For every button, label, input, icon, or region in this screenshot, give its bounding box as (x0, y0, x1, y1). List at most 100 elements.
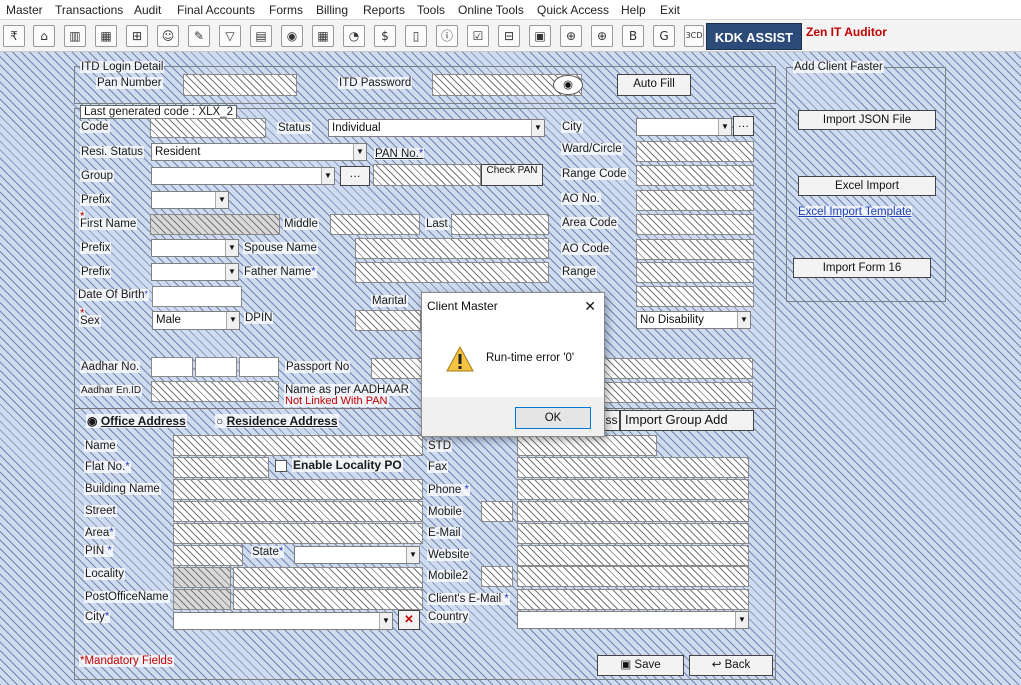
mobile2-code-input[interactable] (481, 566, 513, 587)
pan-number-input[interactable] (183, 74, 297, 96)
ao-code-input[interactable] (636, 239, 754, 260)
city-more-button[interactable]: … (733, 116, 754, 136)
addr-name-input[interactable] (173, 435, 423, 456)
prefix-select-1[interactable]: ▼ (151, 191, 229, 209)
building-name-input[interactable] (173, 479, 423, 500)
enable-locality-checkbox[interactable] (275, 460, 287, 472)
menu-reports[interactable]: Reports (363, 3, 405, 17)
website-input[interactable] (517, 545, 749, 566)
add-icon[interactable]: ⊕ (560, 25, 582, 47)
locality-input[interactable] (173, 567, 231, 588)
ok-button[interactable]: OK (515, 407, 591, 429)
passport-side-input[interactable] (603, 358, 753, 379)
street-input[interactable] (173, 501, 423, 522)
checklist-icon[interactable]: ☑ (467, 25, 489, 47)
prefix-select-3[interactable]: ▼ (151, 263, 239, 281)
city-select[interactable]: ▼ (636, 118, 732, 136)
office-address-radio[interactable]: ◉ Office Address (86, 414, 187, 428)
menu-master[interactable]: Master (6, 3, 43, 17)
refresh-icon[interactable]: ◉ (281, 25, 303, 47)
postoffice-input[interactable] (173, 589, 231, 610)
phone-input[interactable] (517, 479, 749, 500)
dob-input[interactable] (152, 286, 242, 307)
calculator-icon[interactable]: ▦ (95, 25, 117, 47)
import-group-address-button[interactable]: Import Group Add (620, 410, 754, 431)
gift-icon[interactable]: ⊞ (126, 25, 148, 47)
3cd-icon[interactable]: 3CD (684, 25, 704, 47)
pan-no-input[interactable] (373, 164, 481, 186)
mobile2-input[interactable] (517, 566, 749, 587)
area-code-input[interactable] (636, 214, 754, 235)
locality-detail-input[interactable] (233, 567, 423, 588)
flat-no-input[interactable] (173, 457, 269, 478)
menu-exit[interactable]: Exit (660, 3, 680, 17)
sex-select[interactable]: Male ▼ (152, 311, 240, 330)
pin-icon[interactable]: ✎ (188, 25, 210, 47)
pin-input[interactable] (173, 545, 243, 566)
email-input[interactable] (517, 523, 749, 544)
range-code-input[interactable] (636, 165, 754, 186)
aadhar-part1-input[interactable] (151, 357, 193, 377)
menu-final-accounts[interactable]: Final Accounts (177, 3, 255, 17)
std-input[interactable] (517, 435, 657, 456)
menu-transactions[interactable]: Transactions (55, 3, 123, 17)
status-select[interactable]: Individual ▼ (328, 119, 545, 137)
spouse-name-input[interactable] (355, 238, 549, 259)
eye-icon[interactable]: ◉ (553, 75, 583, 95)
excel-template-link[interactable]: Excel Import Template (798, 206, 912, 218)
pay-icon[interactable]: $ (374, 25, 396, 47)
group-select[interactable]: ▼ (151, 167, 335, 185)
marital-side-input[interactable] (636, 286, 754, 307)
address-partial-button[interactable]: ss (603, 410, 620, 431)
menu-audit[interactable]: Audit (134, 3, 161, 17)
area-input[interactable] (173, 523, 423, 544)
menu-help[interactable]: Help (621, 3, 646, 17)
mobile-code-input[interactable] (481, 501, 513, 522)
country-select[interactable]: ▼ (517, 611, 749, 629)
dpin-input[interactable] (355, 310, 421, 331)
resi-status-select[interactable]: Resident ▼ (151, 143, 367, 161)
import-json-button[interactable]: Import JSON File (798, 110, 936, 130)
range-input[interactable] (636, 262, 754, 283)
bs-icon[interactable]: B (622, 25, 644, 47)
zen-it-auditor-label[interactable]: Zen IT Auditor (806, 25, 887, 39)
passport-input[interactable] (371, 358, 425, 379)
first-name-input[interactable] (150, 214, 280, 235)
users-icon[interactable]: ☺ (157, 25, 179, 47)
import-form16-button[interactable]: Import Form 16 (793, 258, 931, 278)
add2-icon[interactable]: ⊕ (591, 25, 613, 47)
chart-icon[interactable]: ▥ (64, 25, 86, 47)
book-icon[interactable]: ▯ (405, 25, 427, 47)
menu-billing[interactable]: Billing (316, 3, 348, 17)
check-pan-button[interactable]: Check PAN (481, 164, 543, 186)
menu-tools[interactable]: Tools (417, 3, 445, 17)
father-name-input[interactable] (355, 262, 549, 283)
ward-circle-input[interactable] (636, 141, 754, 162)
menu-online-tools[interactable]: Online Tools (458, 3, 524, 17)
filter-icon[interactable]: ▽ (219, 25, 241, 47)
postoffice-detail-input[interactable] (233, 589, 423, 610)
info-icon[interactable]: ⓘ (436, 25, 458, 47)
code-input[interactable] (150, 118, 266, 138)
ao-no-input[interactable] (636, 190, 754, 211)
calendar-icon[interactable]: ▣ (529, 25, 551, 47)
city2-select[interactable]: ▼ (173, 612, 393, 630)
bsg-icon[interactable]: G (653, 25, 675, 47)
last-name-input[interactable] (451, 214, 549, 235)
rupee-icon[interactable]: ₹ (3, 25, 25, 47)
name-aadhaar-input[interactable] (603, 382, 753, 403)
prefix-select-2[interactable]: ▼ (151, 239, 239, 257)
aadhar-part3-input[interactable] (239, 357, 279, 377)
home-icon[interactable]: ⌂ (33, 25, 55, 47)
dialog-close-icon[interactable]: ✕ (584, 293, 596, 319)
aadhar-part2-input[interactable] (195, 357, 237, 377)
fax-input[interactable] (517, 457, 749, 478)
disability-select[interactable]: No Disability ▼ (636, 311, 751, 329)
pie-icon[interactable]: ◔ (343, 25, 365, 47)
calc-icon[interactable]: ▦ (312, 25, 334, 47)
excel-import-button[interactable]: Excel Import (798, 176, 936, 196)
middle-name-input[interactable] (330, 214, 420, 235)
menu-quick-access[interactable]: Quick Access (537, 3, 609, 17)
auto-fill-button[interactable]: Auto Fill (617, 74, 691, 96)
state-select[interactable]: ▼ (294, 546, 420, 564)
